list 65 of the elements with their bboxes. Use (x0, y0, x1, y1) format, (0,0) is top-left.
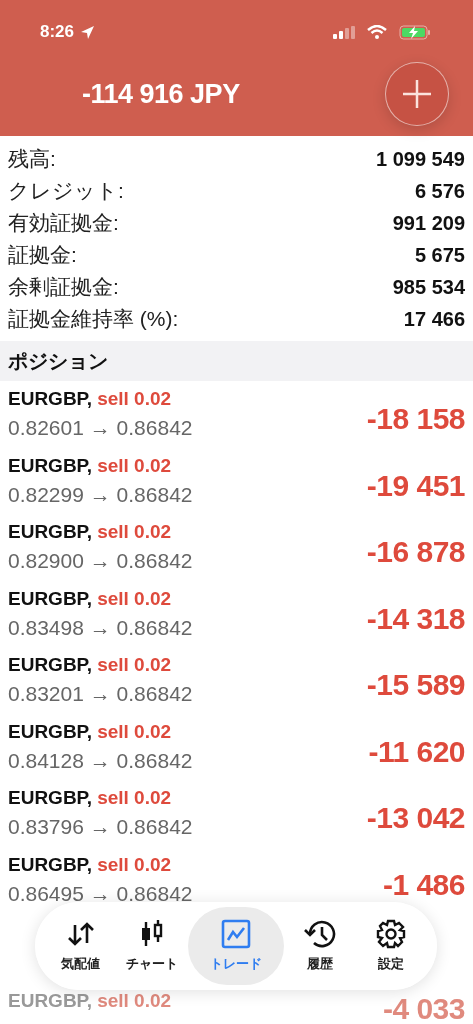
symbol-label: EURGBP, (8, 454, 93, 477)
line-chart-icon (221, 919, 251, 949)
profit-value: -15 589 (366, 668, 465, 703)
history-clock-icon (303, 919, 336, 949)
symbol-label: EURGBP, (8, 654, 93, 677)
order-side-label: sell 0.02 (97, 853, 172, 876)
tab[interactable]: 気配値 (45, 907, 117, 985)
battery-charging-icon (399, 24, 431, 40)
summary-value: 6 576 (414, 179, 465, 203)
order-side-label: sell 0.02 (97, 720, 172, 743)
price-change: 0.83498 → 0.86842 (8, 615, 193, 640)
price-change: 0.82299 → 0.86842 (8, 482, 193, 507)
price-change: 0.82900 → 0.86842 (8, 549, 193, 574)
symbol-label: EURGBP, (8, 587, 93, 610)
add-button[interactable] (385, 62, 449, 126)
summary-label: 残高: (8, 146, 56, 172)
profit-value: -13 042 (366, 801, 465, 836)
account-balance: -114 916 JPY (82, 78, 240, 110)
summary-value: 991 209 (392, 211, 465, 235)
summary-value: 985 534 (392, 275, 465, 299)
symbol-label: EURGBP, (8, 521, 93, 544)
price-change: 0.86495 → 0.86842 (8, 881, 193, 906)
order-side-label: sell 0.02 (97, 654, 172, 677)
profit-value: -1 486 (382, 867, 465, 902)
summary-value: 17 466 (403, 307, 465, 331)
price-change: 0.82601 → 0.86842 (8, 416, 193, 441)
tab[interactable]: チャート (116, 907, 188, 985)
summary-label: 有効証拠金: (8, 210, 119, 236)
profit-value: -14 318 (366, 601, 465, 636)
summary-label: 余剰証拠金: (8, 274, 119, 300)
order-side-label: sell 0.02 (97, 521, 172, 544)
order-side-label: sell 0.02 (97, 989, 172, 1012)
tab[interactable]: 履歴 (284, 907, 356, 985)
price-change: 0.83201 → 0.86842 (8, 682, 193, 707)
plus-icon (402, 79, 432, 109)
order-side-label: sell 0.02 (97, 454, 172, 477)
price-change: 0.83796 → 0.86842 (8, 815, 193, 840)
profit-value: -19 451 (366, 468, 465, 503)
profit-value: -16 878 (366, 535, 465, 570)
summary-label: 証拠金: (8, 242, 77, 268)
summary-label: クレジット: (8, 178, 124, 204)
symbol-label: EURGBP, (8, 720, 93, 743)
profit-value: -18 158 (366, 402, 465, 437)
settings-icon (376, 919, 407, 949)
candlestick-icon (140, 920, 165, 948)
symbol-label: EURGBP, (8, 989, 93, 1012)
summary-value: 1 099 549 (376, 147, 465, 171)
up-down-arrows-icon (65, 921, 96, 947)
order-side-label: sell 0.02 (97, 787, 172, 810)
summary-value: 5 675 (414, 243, 465, 267)
order-side-label: sell 0.02 (97, 388, 172, 411)
profit-value: -11 620 (368, 734, 465, 769)
price-change: 0.84128 → 0.86842 (8, 748, 193, 773)
wifi-icon (367, 25, 387, 39)
status-time: 8:26 (40, 22, 75, 42)
tab[interactable]: 設定 (355, 907, 428, 985)
profit-value: -4 033 (382, 991, 465, 1024)
symbol-label: EURGBP, (8, 787, 93, 810)
symbol-label: EURGBP, (8, 853, 93, 876)
signal-icon (333, 25, 355, 39)
order-side-label: sell 0.02 (97, 587, 172, 610)
summary-label: 証拠金維持率 (%): (8, 306, 179, 332)
section-title: ポジション (8, 348, 108, 374)
location-arrow-icon (80, 24, 96, 40)
symbol-label: EURGBP, (8, 388, 93, 411)
